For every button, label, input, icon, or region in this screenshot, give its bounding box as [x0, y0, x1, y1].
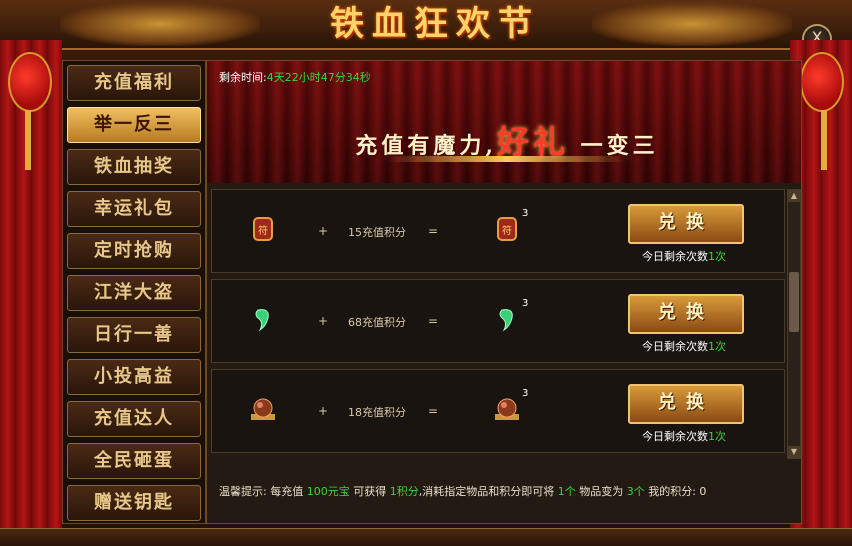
equals-sign: =: [428, 224, 439, 238]
menu-item-recharge-welfare[interactable]: 充值福利: [67, 65, 201, 101]
red-pouch-icon: 符: [253, 217, 273, 241]
timer-label: 剩余时间:: [219, 71, 267, 84]
tip-part: 温馨提示: 每充值: [219, 485, 307, 498]
exchange-button[interactable]: 兑换: [628, 384, 744, 424]
remaining-value: 1次: [708, 250, 726, 263]
tassel-left: [25, 110, 31, 170]
tip-part: 物品变为: [575, 485, 627, 498]
timer-value: 4天22小时47分34秒: [266, 71, 371, 84]
menu-item-recharge-master[interactable]: 充值达人: [67, 401, 201, 437]
lantern-right-icon: [800, 52, 844, 112]
point-cost: 68充值积分: [348, 316, 406, 329]
scrollbar[interactable]: ▲ ▼: [787, 189, 801, 459]
remaining-label: 今日剩余次数: [642, 340, 708, 353]
point-cost: 18充值积分: [348, 406, 406, 419]
scroll-down-icon[interactable]: ▼: [788, 446, 800, 458]
menu-item-pirate[interactable]: 江洋大盗: [67, 275, 201, 311]
menu-item-small-invest[interactable]: 小投高益: [67, 359, 201, 395]
lantern-left-icon: [8, 52, 52, 112]
left-curtain: [0, 40, 62, 530]
remaining-label: 今日剩余次数: [642, 250, 708, 263]
exchange-button[interactable]: 兑换: [628, 294, 744, 334]
remaining-value: 1次: [708, 430, 726, 443]
menu-item-daily-good[interactable]: 日行一善: [67, 317, 201, 353]
svg-text:符: 符: [502, 224, 512, 237]
dragon-left-ornament: [60, 2, 260, 46]
remaining-count: 今日剩余次数1次: [628, 248, 740, 264]
tip-part: ,消耗指定物品和积分即可将: [418, 485, 558, 498]
tip-text: 温馨提示: 每充值 100元宝 可获得 1积分,消耗指定物品和积分即可将 1个 …: [219, 483, 706, 499]
my-points-value: 0: [699, 485, 707, 498]
event-banner: 剩余时间:4天22小时47分34秒 充值有魔力,好礼 一变三: [207, 61, 801, 183]
bead-icon: [495, 398, 519, 420]
main-panel: 剩余时间:4天22小时47分34秒 充值有魔力,好礼 一变三 符 + 15充值积…: [206, 60, 802, 524]
dragon-right-ornament: [592, 2, 792, 46]
scroll-up-icon[interactable]: ▲: [788, 190, 800, 202]
exchange-row: 符 + 15充值积分 = 符 3 兑换 今日剩余次数1次: [211, 189, 785, 273]
menu-item-one-to-three[interactable]: 举一反三: [67, 107, 201, 143]
reward-quantity: 3: [522, 208, 529, 219]
bead-icon: [251, 398, 275, 420]
exchange-row: + 18充值积分 = 3 兑换 今日剩余次数1次: [211, 369, 785, 453]
equals-sign: =: [428, 314, 439, 328]
svg-text:符: 符: [258, 224, 268, 237]
jade-icon: [255, 309, 269, 332]
countdown-timer: 剩余时间:4天22小时47分34秒: [219, 69, 371, 85]
exchange-row: + 68充值积分 = 3 兑换 今日剩余次数1次: [211, 279, 785, 363]
game-window: 铁血狂欢节 X 充值福利 举一反三 铁血抽奖 幸运礼包 定时抢购 江洋大盗 日行…: [0, 0, 852, 546]
plus-sign: +: [318, 314, 329, 328]
tassel-right: [821, 110, 827, 170]
menu-item-egg-smash[interactable]: 全民砸蛋: [67, 443, 201, 479]
tip-highlight: 100元宝: [306, 485, 350, 498]
remaining-value: 1次: [708, 340, 726, 353]
tip-highlight: 1积分: [389, 485, 419, 498]
jade-icon: [499, 309, 513, 332]
event-title: 铁血狂欢节: [330, 4, 540, 44]
title-bar: 铁血狂欢节: [0, 0, 852, 50]
bottom-border: [0, 528, 852, 546]
my-points-label: 我的积分:: [644, 485, 700, 498]
event-menu: 充值福利 举一反三 铁血抽奖 幸运礼包 定时抢购 江洋大盗 日行一善 小投高益 …: [62, 60, 206, 524]
tip-part: 可获得: [349, 485, 390, 498]
plus-sign: +: [318, 404, 329, 418]
remaining-label: 今日剩余次数: [642, 430, 708, 443]
remaining-count: 今日剩余次数1次: [628, 428, 740, 444]
red-pouch-icon: 符: [497, 217, 517, 241]
equals-sign: =: [428, 404, 439, 418]
remaining-count: 今日剩余次数1次: [628, 338, 740, 354]
point-cost: 15充值积分: [348, 226, 406, 239]
menu-item-gift-key[interactable]: 赠送钥匙: [67, 485, 201, 521]
tip-highlight: 3个: [626, 485, 645, 498]
scroll-thumb[interactable]: [789, 272, 799, 332]
menu-item-lottery[interactable]: 铁血抽奖: [67, 149, 201, 185]
banner-glow: [387, 156, 627, 162]
menu-item-lucky-pack[interactable]: 幸运礼包: [67, 191, 201, 227]
reward-quantity: 3: [522, 388, 529, 399]
tip-highlight: 1个: [557, 485, 576, 498]
exchange-button[interactable]: 兑换: [628, 204, 744, 244]
reward-quantity: 3: [522, 298, 529, 309]
menu-item-flash-sale[interactable]: 定时抢购: [67, 233, 201, 269]
plus-sign: +: [318, 224, 329, 238]
